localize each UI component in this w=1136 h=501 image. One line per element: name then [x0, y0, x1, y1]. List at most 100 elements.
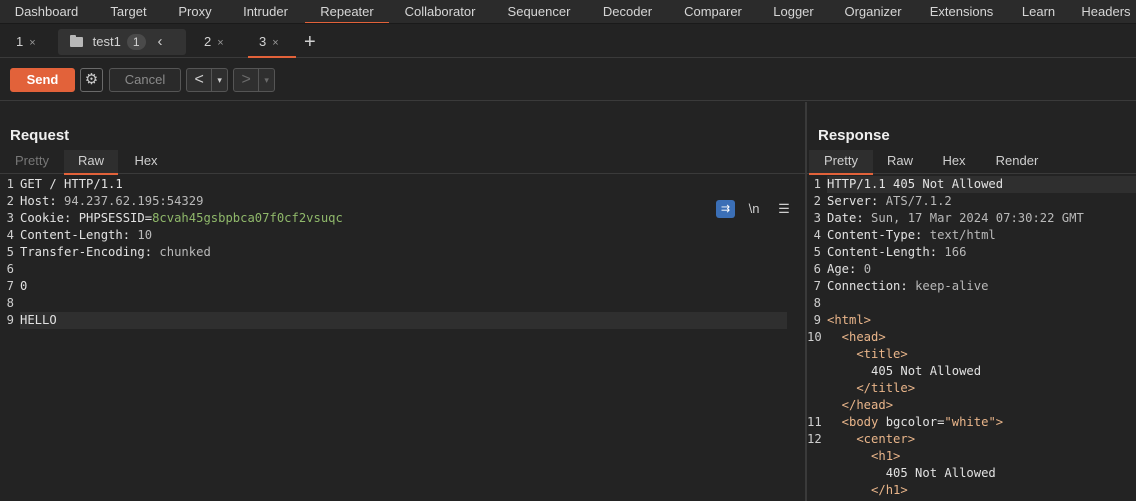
request-tab-hex[interactable]: Hex	[124, 150, 168, 174]
send-button[interactable]: Send	[10, 68, 75, 92]
line-text: </title>	[827, 380, 915, 397]
add-tab-icon[interactable]: +	[304, 29, 316, 55]
line-number: 3	[6, 211, 14, 225]
line-text: GET / HTTP/1.1	[20, 176, 123, 193]
line-text: Server: ATS/7.1.2	[827, 193, 952, 210]
line-key: HTTP/1.1 405 Not Allowed	[827, 177, 1004, 191]
response-tab-hex[interactable]: Hex	[933, 150, 975, 174]
line-key: </head>	[827, 398, 894, 412]
html-tag-close: >	[995, 415, 1004, 429]
editor-line: </h1>	[807, 482, 1136, 499]
collapse-icon[interactable]: ‹	[158, 33, 163, 50]
response-tab-pretty[interactable]: Pretty	[809, 150, 873, 175]
line-number	[807, 380, 827, 397]
group-label: test1	[92, 34, 121, 49]
repeater-tab-3[interactable]: 3 ×	[248, 29, 296, 58]
tab-extensions[interactable]: Extensions	[917, 0, 1006, 23]
line-key: Content-Length:	[827, 245, 945, 259]
line-value: ATS/7.1.2	[885, 194, 952, 208]
line-key: </title>	[827, 381, 916, 395]
line-number	[807, 465, 827, 482]
folder-icon	[70, 35, 83, 47]
line-text: Content-Type: text/html	[827, 227, 996, 244]
tab-decoder[interactable]: Decoder	[587, 0, 668, 23]
close-icon[interactable]: ×	[272, 37, 278, 49]
line-number: 9	[6, 313, 14, 327]
editor-line: 9 <html>	[807, 312, 1136, 329]
editor-line: <title>	[807, 346, 1136, 363]
response-editor[interactable]: 1 HTTP/1.1 405 Not Allowed 2 Server: ATS/7.…	[807, 176, 1136, 501]
line-number	[807, 448, 827, 465]
line-value: 166	[944, 245, 967, 259]
arrow-left-icon[interactable]: <	[187, 69, 213, 91]
repeater-tab-bar: 1 × test1 1 ‹ 2 × 3 × +	[0, 26, 1136, 58]
tool-tab-bar: Dashboard Target Proxy Intruder Repeater…	[0, 0, 1136, 24]
line-number	[807, 482, 827, 499]
history-forward-button[interactable]: > ▾	[233, 68, 275, 92]
line-text: <body bgcolor="white">	[827, 414, 1003, 431]
tab-collaborator[interactable]: Collaborator	[389, 0, 491, 23]
history-back-button[interactable]: < ▾	[186, 68, 228, 92]
line-key: Cookie: PHPSESSID=	[20, 211, 153, 225]
tab-proxy[interactable]: Proxy	[164, 0, 226, 23]
tab-logger[interactable]: Logger	[758, 0, 829, 23]
editor-line: 8	[807, 295, 1136, 312]
request-pane: Request Pretty Raw Hex ⇉ \n ☰ 1 GET / HTT…	[0, 102, 805, 501]
tab-comparer[interactable]: Comparer	[668, 0, 758, 23]
editor-line: </title>	[807, 380, 1136, 397]
close-icon[interactable]: ×	[29, 37, 35, 49]
request-editor[interactable]: 1 GET / HTTP/1.1 2 Host: 94.237.62.195:5432…	[0, 176, 805, 501]
response-view-tabs: Pretty Raw Hex Render	[807, 150, 1136, 175]
tab-learn[interactable]: Learn	[1006, 0, 1071, 23]
gear-icon[interactable]: ⚙	[80, 68, 103, 92]
editor-line: 5 Content-Length: 166	[807, 244, 1136, 261]
cancel-button[interactable]: Cancel	[109, 68, 181, 92]
line-number: 1	[813, 177, 821, 191]
action-bar: Send ⚙ Cancel < ▾ > ▾	[0, 59, 1136, 101]
line-text: Date: Sun, 17 Mar 2024 07:30:22 GMT	[827, 210, 1084, 227]
repeater-tab-2[interactable]: 2 ×	[194, 29, 240, 55]
editor-line: 405 Not Allowed	[807, 363, 1136, 380]
response-tab-raw[interactable]: Raw	[879, 150, 921, 174]
line-text: Host: 94.237.62.195:54329	[20, 193, 203, 210]
tab-organizer[interactable]: Organizer	[829, 0, 917, 23]
tab-repeater[interactable]: Repeater	[305, 0, 389, 23]
tab-headers[interactable]: Headers	[1071, 0, 1136, 23]
request-tab-pretty[interactable]: Pretty	[6, 150, 58, 174]
editor-line: 3 Cookie: PHPSESSID=8cvah45gsbpbca07f0cf2…	[0, 210, 805, 227]
editor-line: 1 GET / HTTP/1.1	[0, 176, 805, 193]
line-key: Transfer-Encoding:	[20, 245, 160, 259]
editor-line: 5 Transfer-Encoding: chunked	[0, 244, 805, 261]
tab-target[interactable]: Target	[93, 0, 164, 23]
repeater-tab-1[interactable]: 1 ×	[8, 29, 50, 55]
editor-line: 6 Age: 0	[807, 261, 1136, 278]
chevron-down-icon[interactable]: ▾	[212, 69, 227, 91]
line-value: 8cvah45gsbpbca07f0cf2vsuqc	[152, 211, 343, 225]
editor-line: 1 HTTP/1.1 405 Not Allowed	[807, 176, 1136, 193]
editor-line: </head>	[807, 397, 1136, 414]
line-value: 94.237.62.195:54329	[64, 194, 204, 208]
request-tab-raw[interactable]: Raw	[64, 150, 118, 175]
line-number	[807, 363, 827, 380]
tab-intruder[interactable]: Intruder	[226, 0, 305, 23]
line-text: Cookie: PHPSESSID=8cvah45gsbpbca07f0cf2v…	[20, 210, 343, 227]
repeater-tab-group-test1[interactable]: test1 1 ‹	[58, 29, 186, 55]
chevron-down-icon[interactable]: ▾	[259, 69, 274, 91]
line-key: Content-Type:	[827, 228, 930, 242]
line-number: 2	[6, 194, 14, 208]
arrow-right-icon[interactable]: >	[234, 69, 260, 91]
line-key: <center>	[827, 432, 916, 446]
request-view-tabs: Pretty Raw Hex ⇉ \n ☰	[0, 150, 805, 218]
line-text: <h1>	[827, 448, 900, 465]
editor-line: 2 Host: 94.237.62.195:54329	[0, 193, 805, 210]
tab-dashboard[interactable]: Dashboard	[0, 0, 93, 23]
line-key: 405 Not Allowed	[827, 466, 996, 480]
line-key: <h1>	[827, 449, 901, 463]
line-number	[807, 397, 827, 414]
tab-sequencer[interactable]: Sequencer	[491, 0, 587, 23]
response-tab-render[interactable]: Render	[989, 150, 1045, 174]
line-key: Content-Length:	[20, 228, 138, 242]
editor-line: 4 Content-Length: 10	[0, 227, 805, 244]
line-text: Age: 0	[827, 261, 871, 278]
close-icon[interactable]: ×	[217, 37, 223, 49]
